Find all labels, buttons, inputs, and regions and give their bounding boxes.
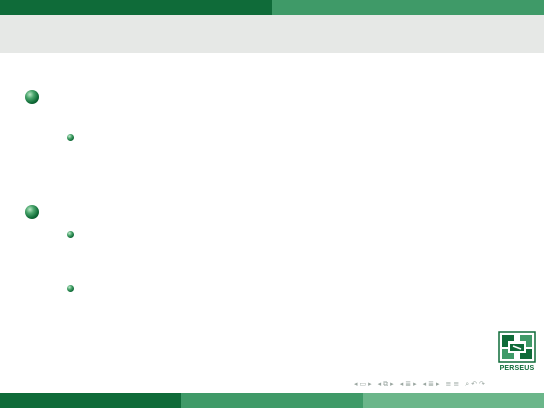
nav-align-icon[interactable]: ≡ — [446, 378, 452, 390]
nav-prev-section-arrow-icon[interactable]: ◂ — [400, 378, 404, 390]
bottom-bar-segment-2 — [181, 393, 363, 408]
nav-prev-part-arrow-icon[interactable]: ◂ — [423, 378, 427, 390]
top-bar-right — [272, 0, 544, 15]
beamer-navigation-bar: ◂ ▭ ▸ ◂ ⧉ ▸ ◂ ≣ ▸ ◂ ≣ ▸ ≡ ≡ ⌕ ↶ ↷ — [354, 378, 485, 390]
top-bar-left — [0, 0, 272, 15]
perseus-logo: PERSEUS — [496, 331, 538, 373]
small-ball-bullet-icon — [67, 285, 74, 292]
nav-subsection-icon[interactable]: ⧉ — [383, 378, 388, 390]
bullet-item-1 — [25, 90, 39, 104]
nav-next-subsection-arrow-icon[interactable]: ▸ — [390, 378, 394, 390]
bullet-item-2 — [25, 205, 39, 219]
bullet-subitem-2 — [67, 231, 74, 238]
logo-text: PERSEUS — [499, 365, 535, 372]
bottom-bar-segment-3 — [363, 393, 544, 408]
bottom-bar — [0, 393, 544, 408]
nav-align-right-icon[interactable]: ≡ — [453, 378, 459, 390]
nav-forward-icon[interactable]: ↷ — [479, 378, 485, 390]
nav-section-icon[interactable]: ≣ — [405, 378, 411, 390]
nav-prev-subsection-arrow-icon[interactable]: ◂ — [378, 378, 382, 390]
bullet-subitem-3 — [67, 285, 74, 292]
small-ball-bullet-icon — [67, 134, 74, 141]
nav-next-section-arrow-icon[interactable]: ▸ — [413, 378, 417, 390]
nav-part-icon[interactable]: ≣ — [428, 378, 434, 390]
frame-title-band — [0, 15, 544, 53]
large-ball-bullet-icon — [25, 205, 39, 219]
nav-back-icon[interactable]: ↶ — [471, 378, 477, 390]
nav-next-part-arrow-icon[interactable]: ▸ — [436, 378, 440, 390]
large-ball-bullet-icon — [25, 90, 39, 104]
top-bar — [0, 0, 544, 15]
nav-frame-icon[interactable]: ▭ — [360, 378, 367, 390]
small-ball-bullet-icon — [67, 231, 74, 238]
nav-search-icon[interactable]: ⌕ — [465, 378, 469, 390]
nav-prev-frame-arrow-icon[interactable]: ◂ — [354, 378, 358, 390]
bullet-subitem-1 — [67, 134, 74, 141]
nav-next-frame-arrow-icon[interactable]: ▸ — [368, 378, 372, 390]
bottom-bar-segment-1 — [0, 393, 181, 408]
